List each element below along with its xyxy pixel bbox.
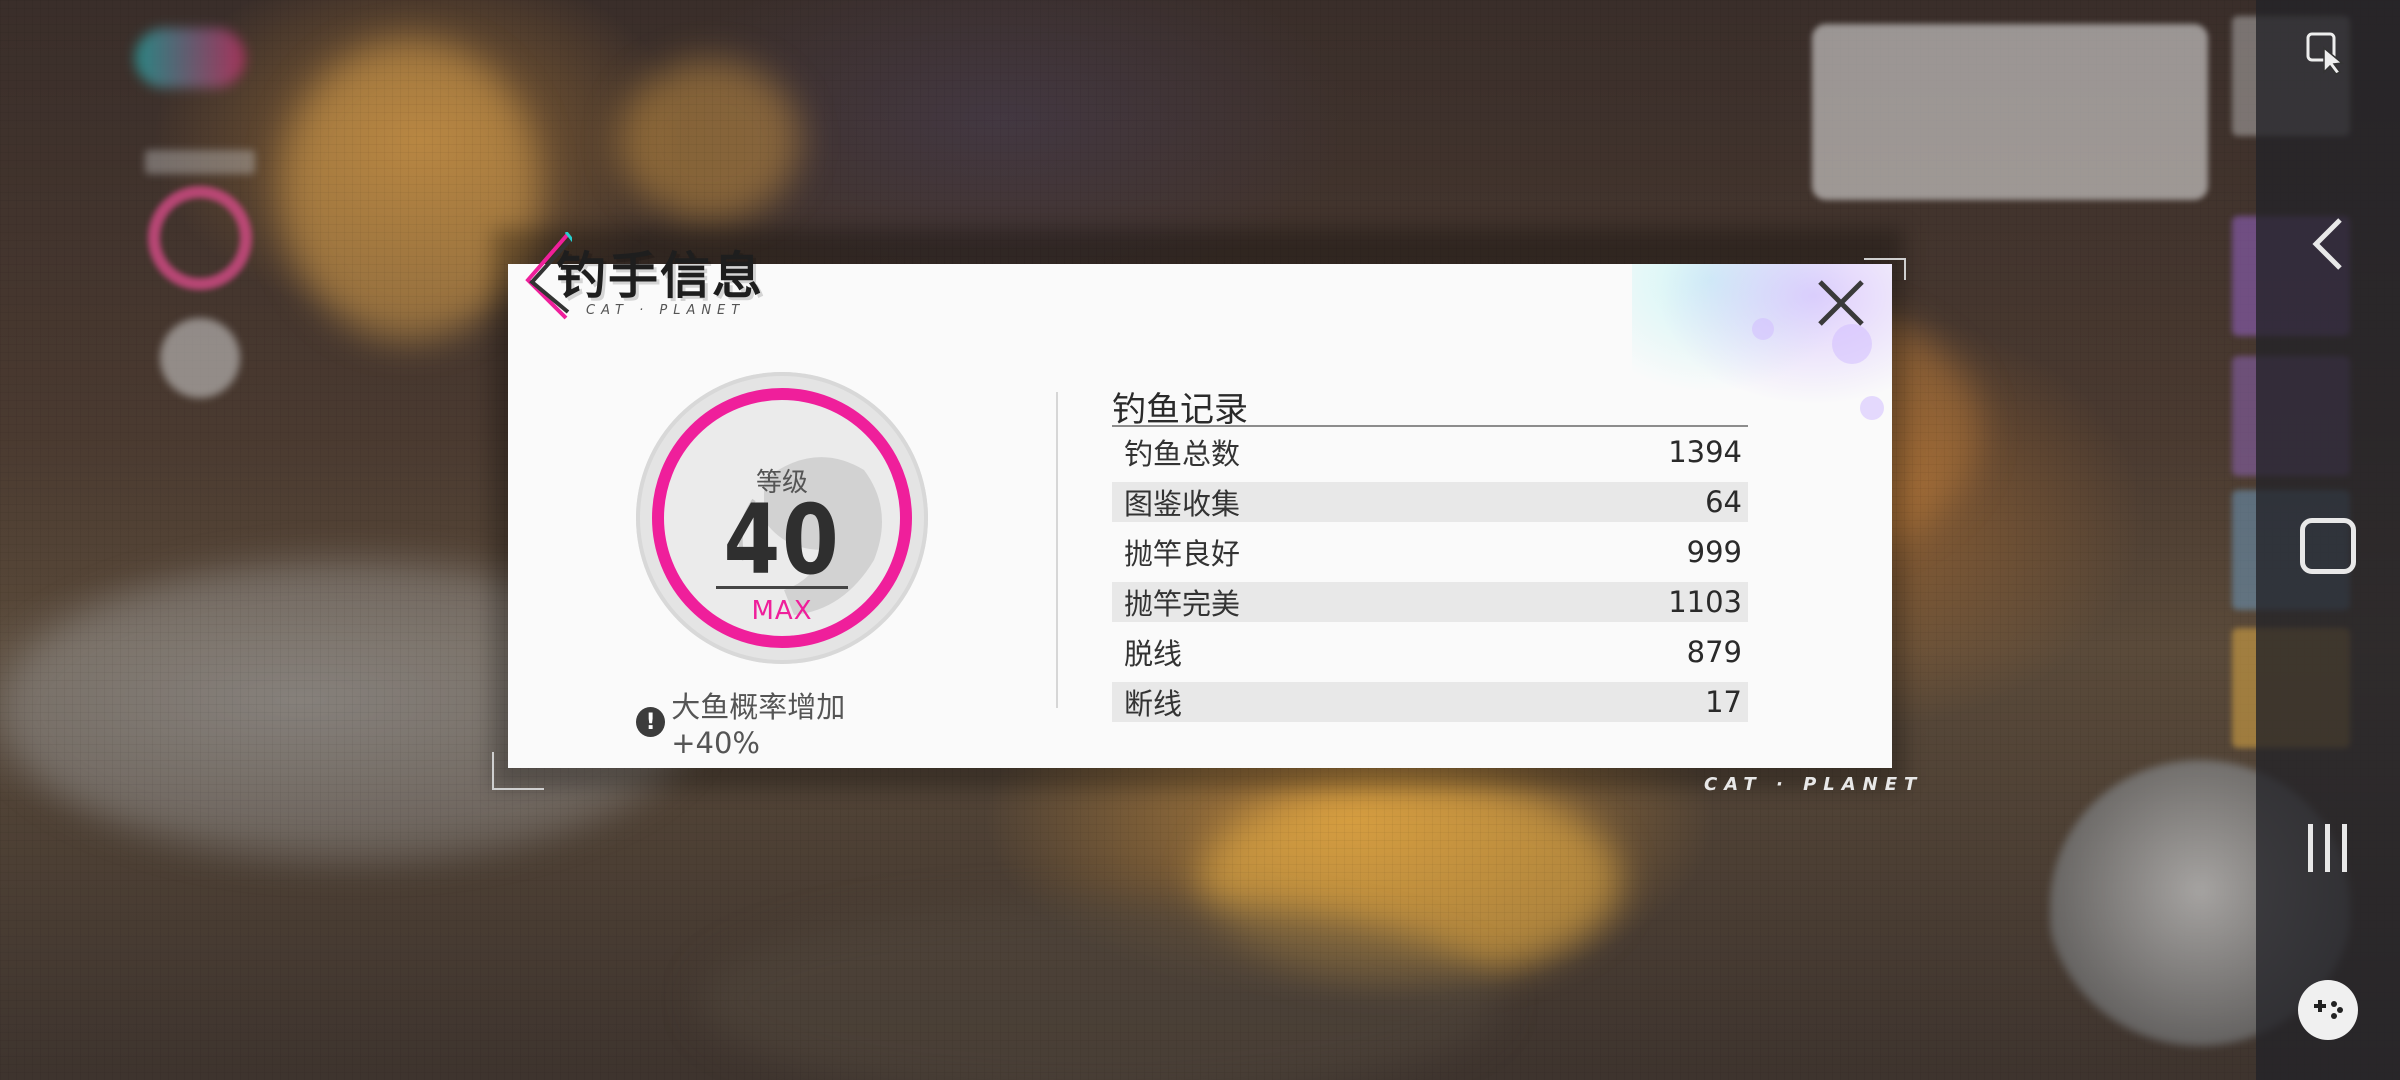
record-row: 钓鱼总数 1394 bbox=[1112, 432, 1748, 472]
level-max-label: MAX bbox=[751, 596, 813, 626]
record-row: 断线 17 bbox=[1112, 682, 1748, 722]
home-square-icon[interactable] bbox=[2290, 508, 2366, 584]
tip-panel bbox=[1812, 24, 2208, 200]
close-icon bbox=[1818, 280, 1864, 326]
record-row: 脱线 879 bbox=[1112, 632, 1748, 672]
record-value: 17 bbox=[1705, 685, 1742, 719]
record-label: 图鉴收集 bbox=[1124, 487, 1241, 521]
level-badge: 等级 40 MAX bbox=[636, 372, 928, 664]
recents-icon[interactable] bbox=[2290, 810, 2366, 886]
record-value: 879 bbox=[1686, 635, 1742, 669]
record-value: 1103 bbox=[1668, 585, 1742, 619]
records-list: 钓鱼总数 1394 图鉴收集 64 抛竿良好 999 抛竿完美 1103 脱线 … bbox=[1112, 432, 1748, 732]
bonus-info: ! 大鱼概率增加 +40% bbox=[636, 684, 936, 760]
record-row: 抛竿完美 1103 bbox=[1112, 582, 1748, 622]
hud-level-ring bbox=[148, 186, 252, 290]
dialog-title: 钓手信息 bbox=[556, 247, 764, 305]
exclamation-icon: ! bbox=[636, 707, 666, 737]
hud-dial bbox=[160, 318, 240, 398]
record-value: 64 bbox=[1705, 485, 1742, 519]
record-label: 抛竿完美 bbox=[1124, 587, 1241, 621]
record-label: 断线 bbox=[1124, 687, 1183, 721]
section-divider bbox=[1056, 392, 1058, 708]
bonus-text: 大鱼概率增加 +40% bbox=[671, 690, 846, 760]
gamepad-icon[interactable] bbox=[2298, 980, 2358, 1040]
level-divider bbox=[716, 586, 848, 589]
record-label: 脱线 bbox=[1124, 637, 1183, 671]
level-value: 40 bbox=[723, 484, 841, 596]
record-label: 抛竿良好 bbox=[1124, 537, 1241, 571]
record-value: 999 bbox=[1686, 535, 1742, 569]
hud-logo bbox=[135, 28, 245, 88]
record-label: 钓鱼总数 bbox=[1124, 437, 1241, 471]
record-value: 1394 bbox=[1668, 435, 1742, 469]
hud-label bbox=[145, 150, 255, 174]
chevron-left-icon[interactable] bbox=[2290, 206, 2366, 282]
records-title: 钓鱼记录 bbox=[1112, 390, 1248, 430]
brand-footer: CAT · PLANET bbox=[1704, 774, 1924, 795]
record-row: 抛竿良好 999 bbox=[1112, 532, 1748, 572]
record-row: 图鉴收集 64 bbox=[1112, 482, 1748, 522]
pointer-icon[interactable] bbox=[2296, 22, 2360, 86]
records-underline bbox=[1112, 425, 1748, 427]
dialog-subtitle: CAT · PLANET bbox=[586, 303, 746, 318]
close-button[interactable] bbox=[1810, 272, 1872, 334]
frame-corner bbox=[492, 752, 544, 790]
